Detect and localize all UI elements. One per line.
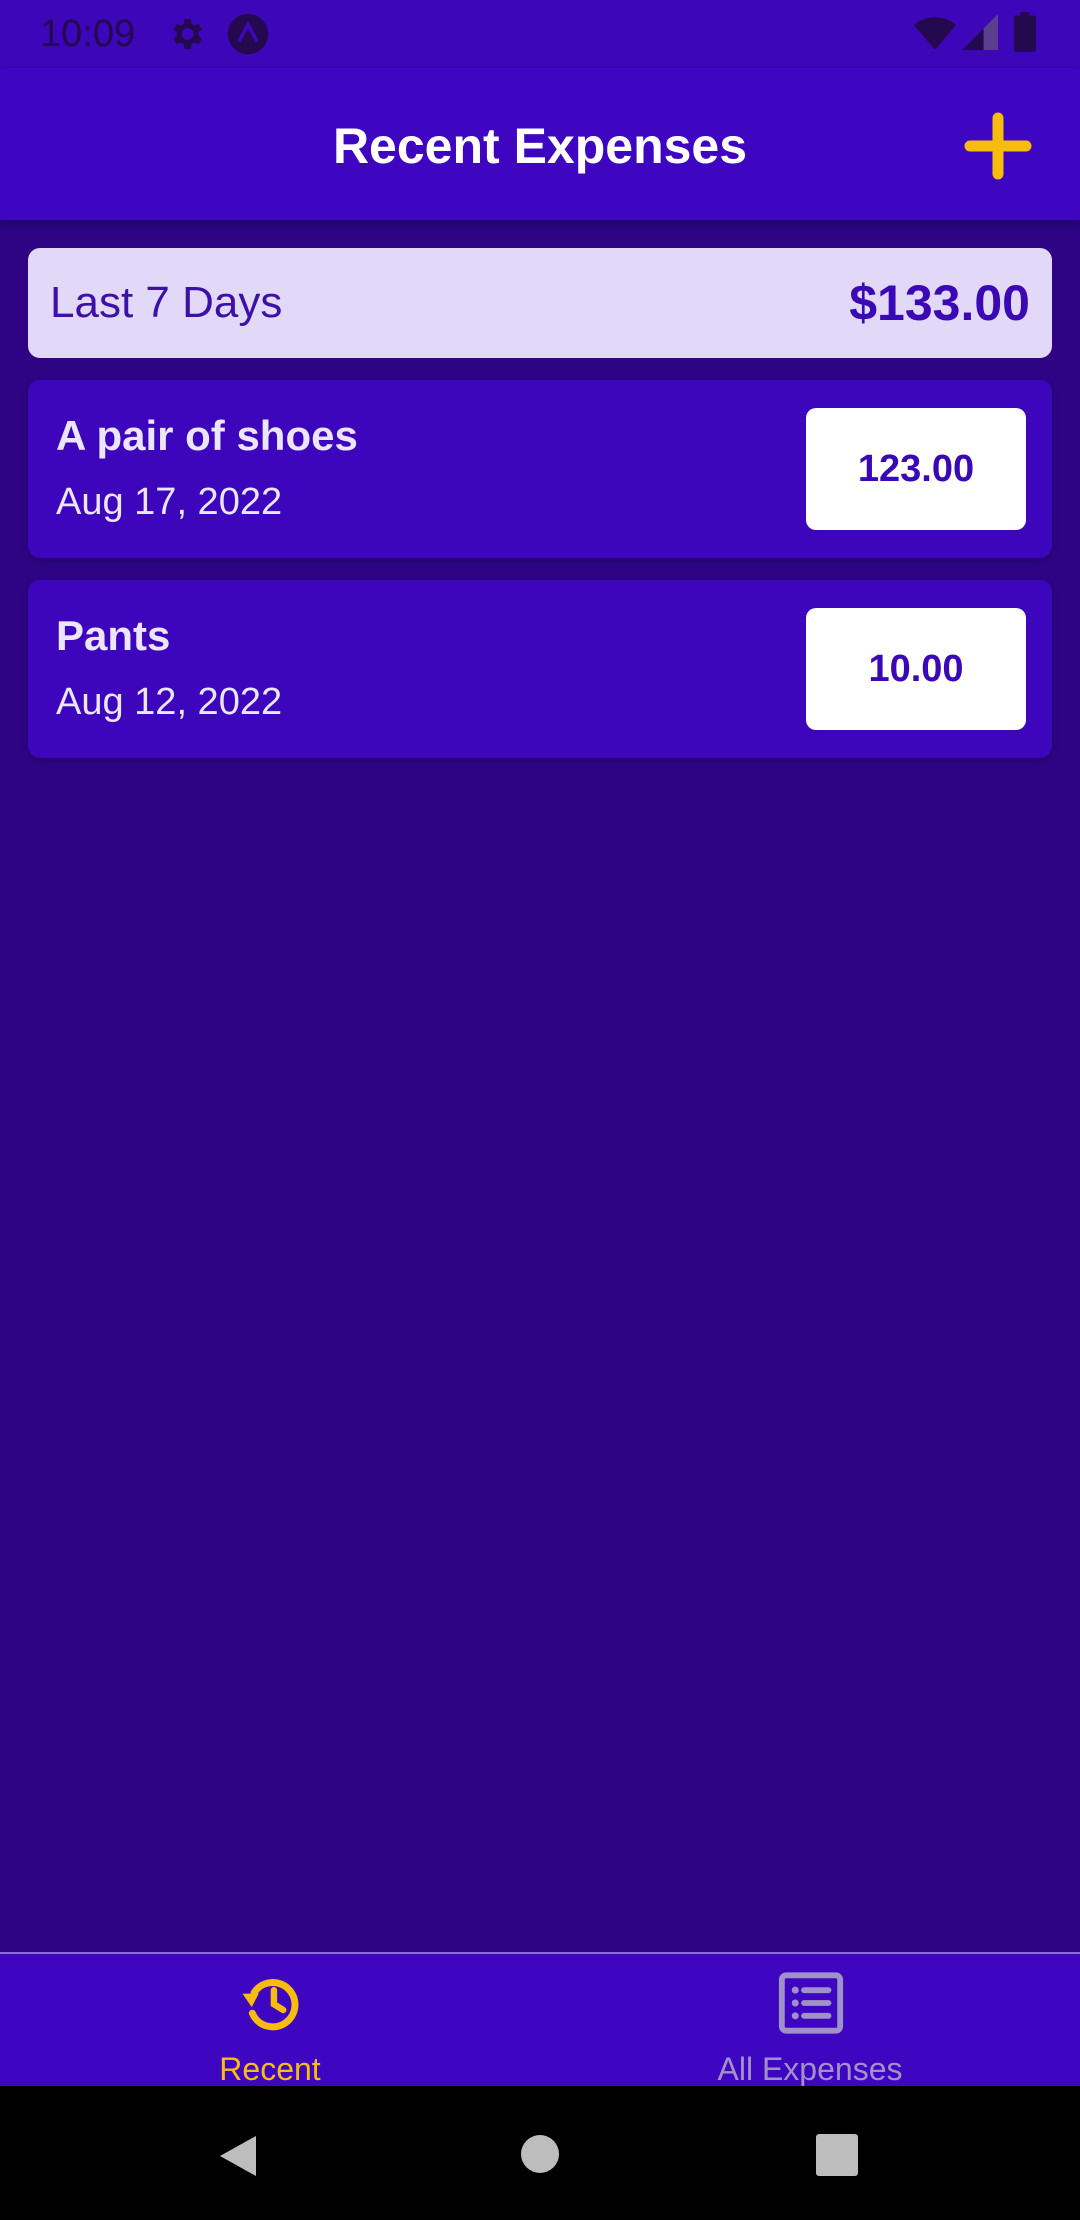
system-navigation-bar [0, 2086, 1080, 2220]
status-bar: 10:09 [0, 0, 1080, 68]
expense-amount-box: 10.00 [806, 608, 1026, 730]
expenses-summary: Last 7 Days $133.00 [28, 248, 1052, 358]
history-icon [242, 1979, 299, 2031]
back-icon[interactable] [216, 2132, 260, 2180]
battery-icon [1014, 12, 1036, 52]
home-icon[interactable] [520, 2134, 560, 2174]
list-icon [778, 1972, 844, 2034]
tab-recent-label: Recent [219, 2051, 321, 2087]
expense-item[interactable]: Pants Aug 12, 2022 10.00 [28, 580, 1052, 758]
tab-all-expenses-label: All Expenses [717, 2051, 903, 2087]
plus-icon [964, 112, 1032, 180]
expense-amount: 123.00 [857, 447, 975, 490]
gear-icon [173, 19, 202, 49]
expense-description: Pants [56, 612, 171, 659]
expense-date: Aug 17, 2022 [56, 481, 283, 523]
recents-icon[interactable] [816, 2134, 858, 2176]
summary-total: $133.00 [849, 275, 1030, 331]
page-title: Recent Expenses [332, 118, 748, 174]
bottom-tab-bar: Recent All Expenses [0, 1952, 1080, 2088]
expense-description: A pair of shoes [56, 412, 358, 459]
expense-amount: 10.00 [868, 647, 964, 690]
wifi-icon [914, 17, 956, 50]
tab-all-expenses[interactable]: All Expenses [540, 1954, 1080, 2088]
expo-icon [227, 13, 269, 55]
expense-date: Aug 12, 2022 [56, 681, 283, 723]
tab-recent[interactable]: Recent [0, 1954, 540, 2088]
summary-period: Last 7 Days [50, 278, 283, 327]
signal-icon [962, 14, 998, 50]
add-expense-button[interactable] [964, 112, 1032, 180]
expense-amount-box: 123.00 [806, 408, 1026, 530]
expense-item[interactable]: A pair of shoes Aug 17, 2022 123.00 [28, 380, 1052, 558]
app-header: Recent Expenses [0, 68, 1080, 220]
status-time: 10:09 [40, 13, 136, 55]
